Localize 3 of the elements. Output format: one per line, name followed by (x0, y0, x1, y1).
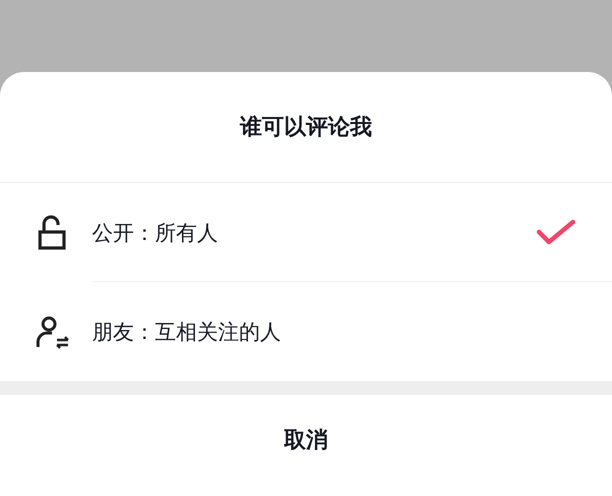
option-item[interactable]: 朋友：互相关注的人 (0, 282, 612, 381)
option-item[interactable]: 公开：所有人 (0, 183, 612, 282)
sheet-title: 谁可以评论我 (240, 114, 372, 142)
